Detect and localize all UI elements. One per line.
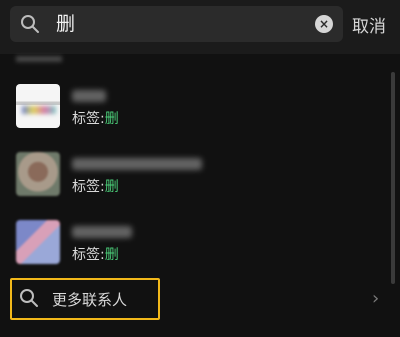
avatar — [16, 84, 60, 128]
chevron-right-icon[interactable]: › — [372, 288, 379, 309]
search-bar: 删 × 取消 — [0, 0, 400, 54]
more-contacts-label: 更多联系人 — [52, 291, 128, 309]
clear-icon[interactable]: × — [315, 15, 333, 33]
tag-label: 标签:删 — [72, 179, 119, 195]
search-input[interactable]: 删 × — [10, 6, 343, 42]
contact-name — [72, 226, 132, 238]
results-list: 标签:删 标签:删 标签:删 更多联系人 › — [0, 54, 400, 337]
search-icon — [19, 288, 39, 308]
search-query[interactable]: 删 — [56, 12, 75, 36]
cancel-button[interactable]: 取消 — [352, 12, 386, 37]
avatar — [16, 152, 60, 196]
tag-label: 标签:删 — [72, 247, 119, 263]
contact-result-row[interactable]: 标签:删 — [0, 152, 390, 220]
tag-label: 标签:删 — [72, 111, 119, 127]
more-contacts-row[interactable]: 更多联系人 › — [0, 276, 400, 326]
contact-result-row[interactable]: 标签:删 — [0, 84, 390, 152]
search-icon — [20, 14, 40, 34]
section-header — [16, 56, 62, 62]
avatar — [16, 220, 60, 264]
contact-name — [72, 90, 106, 102]
scrollbar[interactable] — [391, 72, 395, 284]
contact-name — [72, 158, 202, 170]
